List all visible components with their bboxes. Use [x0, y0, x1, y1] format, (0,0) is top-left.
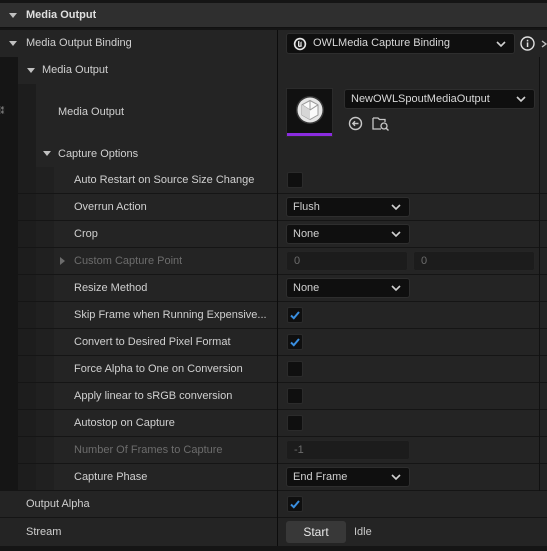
auto-restart-label: Auto Restart on Source Size Change — [74, 174, 255, 186]
reset-icon[interactable] — [541, 40, 547, 48]
checkmark-icon — [290, 311, 300, 320]
autostop-row: Autostop on Capture — [0, 410, 547, 437]
crop-dropdown[interactable]: None — [286, 224, 410, 244]
binding-row: Media Output Binding OWLMedia Capture Bi… — [0, 30, 547, 58]
force-alpha-label: Force Alpha to One on Conversion — [74, 363, 243, 375]
collapse-arrow-icon[interactable] — [27, 68, 35, 73]
capture-point-y-field[interactable]: 0 — [413, 251, 535, 271]
resize-method-dropdown[interactable]: None — [286, 278, 410, 298]
custom-capture-point-row: Custom Capture Point 0 0 — [0, 248, 547, 275]
binding-value: OWLMedia Capture Binding — [313, 37, 450, 49]
chevron-down-icon — [391, 231, 401, 238]
capture-phase-row: Capture Phase End Frame — [0, 464, 547, 491]
right-edge-divider — [539, 57, 540, 491]
capture-phase-label: Capture Phase — [74, 471, 148, 483]
apply-linear-row: Apply linear to sRGB conversion — [0, 383, 547, 410]
start-button[interactable]: Start — [286, 521, 346, 543]
crop-label: Crop — [74, 228, 98, 240]
info-icon[interactable] — [520, 36, 535, 51]
checkmark-icon — [290, 338, 300, 347]
asset-picker-dropdown[interactable]: NewOWLSpoutMediaOutput — [344, 89, 535, 109]
force-alpha-row: Force Alpha to One on Conversion — [0, 356, 547, 383]
auto-restart-checkbox[interactable] — [287, 172, 303, 188]
skip-frame-label: Skip Frame when Running Expensive... — [74, 309, 267, 321]
autostop-checkbox[interactable] — [287, 415, 303, 431]
resize-method-value: None — [293, 282, 320, 294]
stream-row: Stream Start Idle — [0, 518, 547, 547]
stream-label: Stream — [26, 526, 62, 538]
overrun-action-row: Overrun Action Flush — [0, 194, 547, 221]
section-title: Media Output — [26, 9, 97, 21]
convert-pixel-label: Convert to Desired Pixel Format — [74, 336, 231, 348]
num-frames-value: -1 — [294, 444, 304, 456]
expand-arrow-icon[interactable] — [60, 257, 65, 265]
capture-phase-dropdown[interactable]: End Frame — [286, 467, 410, 487]
chevron-down-icon — [516, 96, 526, 103]
collapse-arrow-icon[interactable] — [43, 151, 51, 156]
capture-point-y-value: 0 — [421, 255, 428, 267]
crop-row: Crop None — [0, 221, 547, 248]
media-output-group-row[interactable]: Media Output — [0, 57, 547, 85]
asset-thumbnail[interactable] — [286, 88, 333, 137]
cube-icon — [296, 96, 324, 124]
binding-label: Media Output Binding — [26, 37, 132, 49]
skip-frame-checkbox[interactable] — [287, 307, 303, 323]
section-header-media-output[interactable]: Media Output — [0, 3, 547, 28]
capture-point-x-value: 0 — [294, 255, 301, 267]
stream-status: Idle — [354, 526, 372, 538]
resize-method-label: Resize Method — [74, 282, 148, 294]
chevron-down-icon — [496, 41, 506, 48]
output-alpha-checkbox[interactable] — [287, 496, 303, 512]
force-alpha-checkbox[interactable] — [287, 361, 303, 377]
overrun-action-value: Flush — [293, 201, 320, 213]
media-output-property-row: ⁑ Media Output NewOWLSpoutMediaOutput — [0, 84, 547, 142]
group-label: Media Output — [42, 64, 109, 76]
apply-linear-checkbox[interactable] — [287, 388, 303, 404]
media-output-label: Media Output — [58, 106, 125, 118]
crop-value: None — [293, 228, 320, 240]
binding-dropdown[interactable]: OWLMedia Capture Binding — [286, 33, 515, 54]
chevron-down-icon — [391, 204, 401, 211]
arrow-left-circle-icon[interactable] — [348, 116, 363, 131]
num-frames-field[interactable]: -1 — [286, 440, 410, 460]
overrun-action-label: Overrun Action — [74, 201, 147, 213]
autostop-label: Autostop on Capture — [74, 417, 175, 429]
custom-capture-point-label: Custom Capture Point — [74, 255, 183, 267]
auto-restart-row: Auto Restart on Source Size Change — [0, 167, 547, 194]
start-button-label: Start — [303, 525, 329, 539]
checkmark-icon — [290, 500, 300, 509]
capture-phase-value: End Frame — [293, 471, 348, 483]
column-divider[interactable] — [277, 30, 278, 546]
drag-handle-icon: ⁑ — [0, 106, 5, 116]
overrun-action-dropdown[interactable]: Flush — [286, 197, 410, 217]
asset-name: NewOWLSpoutMediaOutput — [351, 93, 490, 105]
capture-options-label: Capture Options — [58, 148, 139, 160]
output-alpha-row: Output Alpha — [0, 491, 547, 518]
apply-linear-label: Apply linear to sRGB conversion — [74, 390, 233, 402]
expand-binding-arrow-icon[interactable] — [9, 41, 17, 46]
output-alpha-label: Output Alpha — [26, 498, 90, 510]
capture-options-row[interactable]: Capture Options — [0, 141, 547, 168]
resize-method-row: Resize Method None — [0, 275, 547, 302]
folder-search-icon[interactable] — [372, 115, 390, 131]
collapse-arrow-icon[interactable] — [9, 13, 17, 18]
unreal-logo-icon — [293, 37, 307, 51]
convert-pixel-row: Convert to Desired Pixel Format — [0, 329, 547, 356]
asset-type-underline — [287, 133, 332, 136]
chevron-down-icon — [391, 285, 401, 292]
convert-pixel-checkbox[interactable] — [287, 334, 303, 350]
skip-frame-row: Skip Frame when Running Expensive... — [0, 302, 547, 329]
num-frames-row: Number Of Frames to Capture -1 — [0, 437, 547, 464]
capture-point-x-field[interactable]: 0 — [286, 251, 408, 271]
chevron-down-icon — [391, 474, 401, 481]
num-frames-label: Number Of Frames to Capture — [74, 444, 223, 456]
